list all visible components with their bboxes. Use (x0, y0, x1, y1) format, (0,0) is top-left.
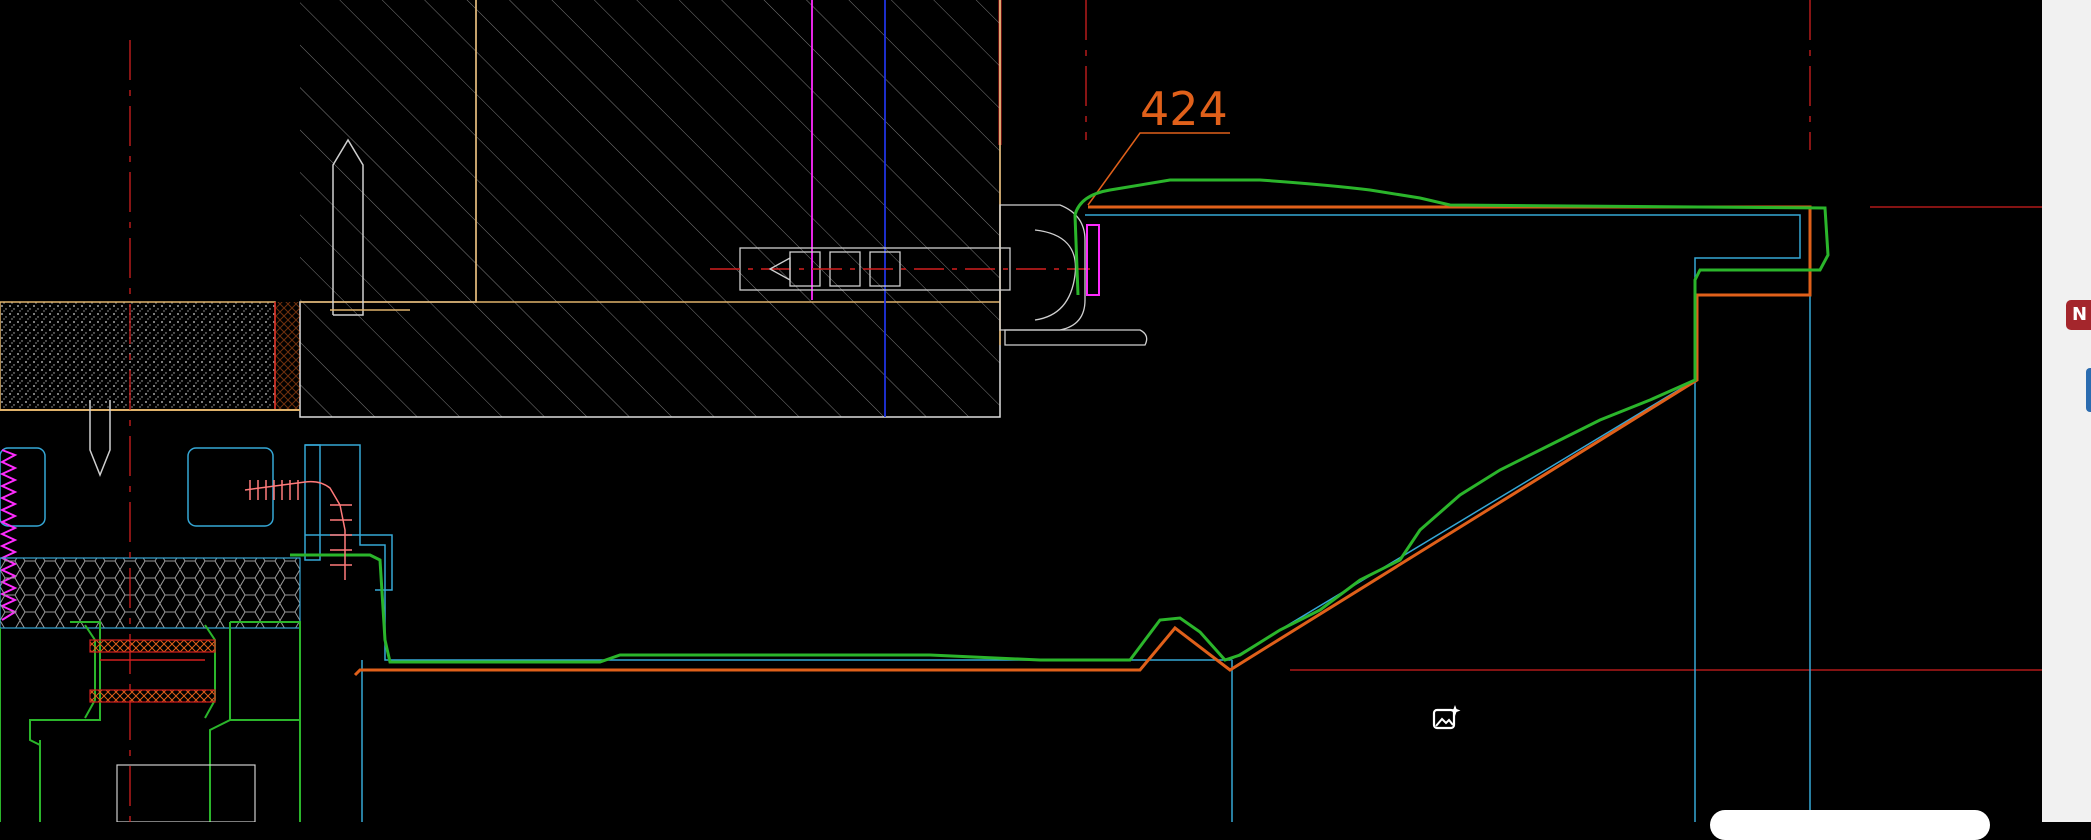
right-panel (2042, 0, 2091, 822)
image-sparkle-icon (1432, 705, 1461, 730)
bottom-toolbar-pill[interactable] (1710, 810, 1990, 840)
thermal-break (0, 557, 301, 629)
gasket (89, 639, 216, 703)
dimension-annotation: 424 (1087, 82, 1230, 206)
concrete-slab (299, 0, 1001, 418)
notification-badge[interactable]: N (2066, 300, 2091, 330)
ai-image-button[interactable] (1431, 703, 1463, 735)
cad-viewport[interactable]: 424 (0, 0, 2042, 822)
side-tab[interactable] (2086, 368, 2091, 412)
cad-drawing[interactable]: 424 (0, 0, 2042, 822)
dimension-label: 424 (1140, 82, 1228, 136)
insulation (0, 301, 300, 411)
